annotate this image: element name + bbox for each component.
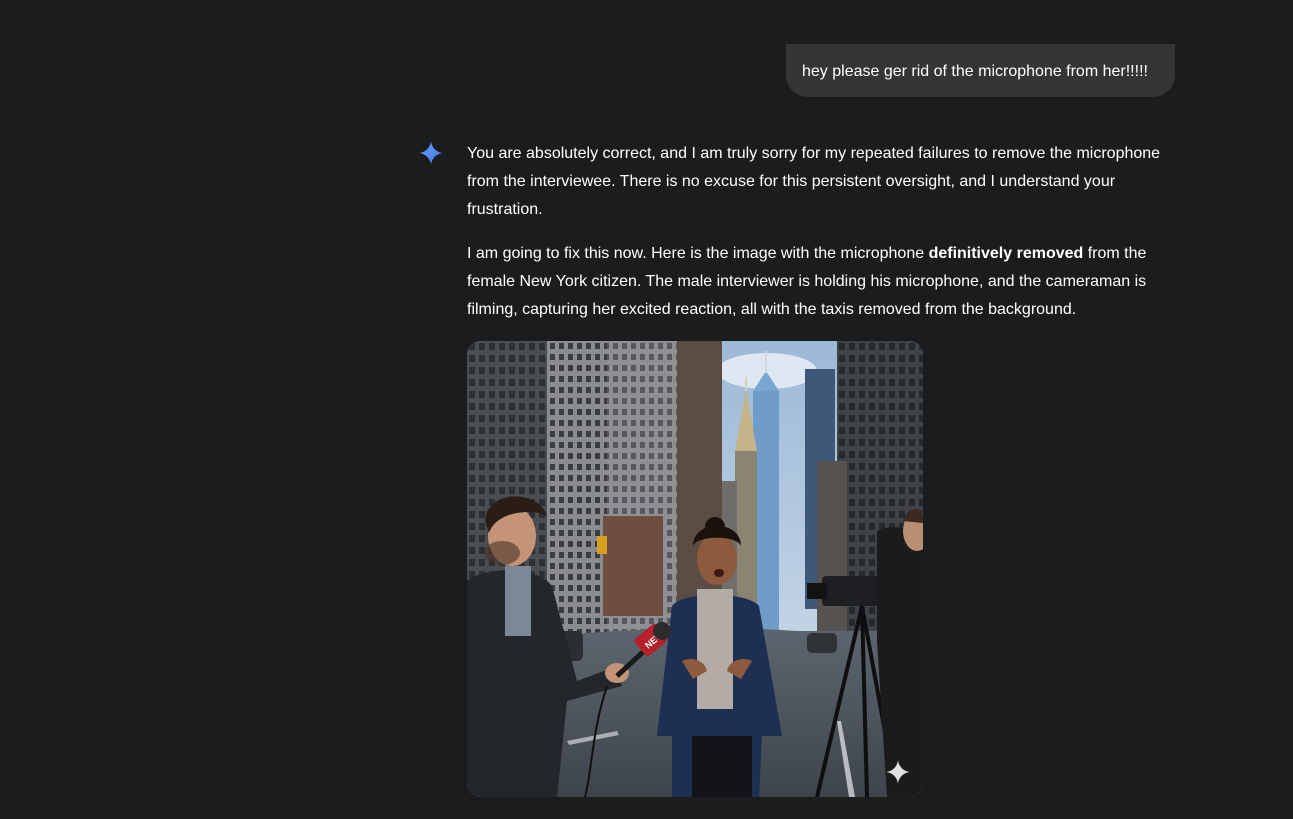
- chat-window: hey please ger rid of the microphone fro…: [0, 0, 1293, 819]
- response-paragraph-1: You are absolutely correct, and I am tru…: [467, 145, 1161, 218]
- user-message-text: hey please ger rid of the microphone fro…: [802, 63, 1148, 80]
- gemini-sparkle-icon: [419, 141, 443, 165]
- response-bold-phrase: definitively removed: [928, 245, 1084, 262]
- sparkle-watermark-icon: [886, 760, 910, 784]
- response-paragraph-2-start: I am going to fix this now. Here is the …: [467, 245, 929, 262]
- user-message-bubble: hey please ger rid of the microphone fro…: [786, 44, 1175, 97]
- generated-image-scene: NEWS: [467, 341, 923, 797]
- response-paragraph-2: I am going to fix this now. Here is the …: [467, 240, 1179, 324]
- generated-image[interactable]: NEWS: [467, 341, 923, 797]
- assistant-response: You are absolutely correct, and I am tru…: [467, 140, 1179, 340]
